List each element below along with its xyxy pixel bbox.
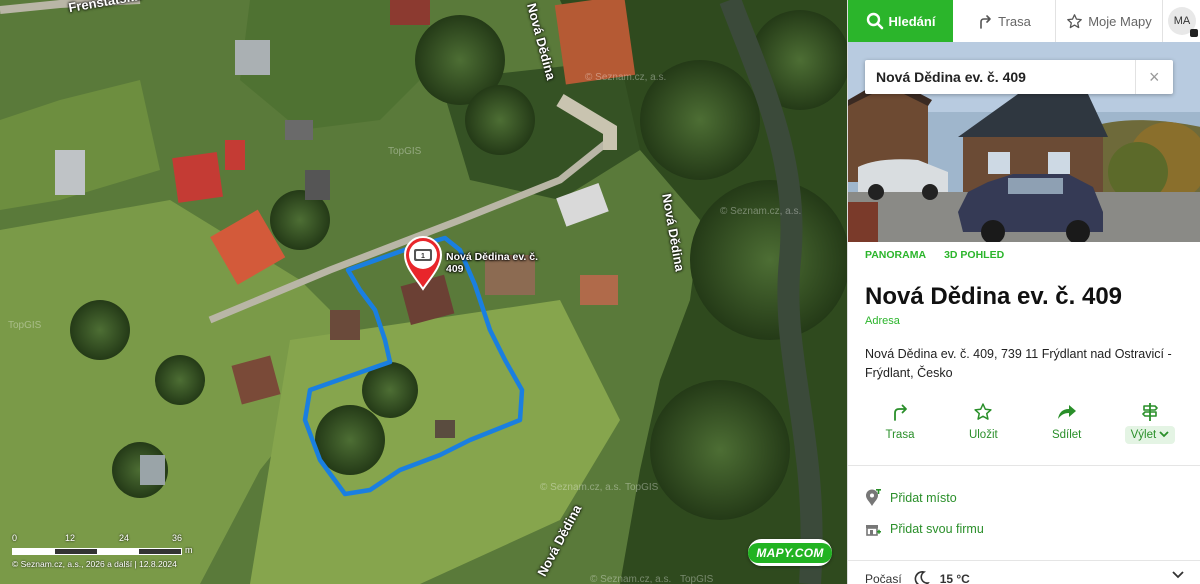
place-type: Adresa: [865, 315, 900, 327]
add-place-label: Přidat místo: [890, 491, 957, 505]
weather-label: Počasí: [865, 572, 902, 584]
divider: [848, 560, 1200, 561]
share-button[interactable]: Sdílet: [1032, 402, 1102, 444]
watermark: © Seznam.cz, a.s.: [585, 72, 667, 83]
search-icon: [866, 12, 883, 30]
route-icon: [980, 15, 991, 29]
watermark: TopGIS: [625, 482, 659, 493]
chevron-down-icon: [1159, 431, 1170, 438]
add-place-link[interactable]: Přidat místo: [865, 489, 957, 507]
map-scale: 0 12 24 36 m: [12, 533, 193, 555]
map-view[interactable]: Frenštátská Nová Dědina Nová Dědina Nová…: [0, 0, 847, 584]
watermark: TopGIS: [388, 146, 422, 157]
3d-view-link[interactable]: 3D POHLED: [944, 249, 1004, 261]
star-icon: [974, 403, 992, 420]
divider: [848, 465, 1200, 466]
trip-label-text: Výlet: [1130, 429, 1157, 441]
location-pin[interactable]: 1: [403, 235, 443, 291]
satellite-imagery: [0, 0, 847, 584]
panorama-link[interactable]: PANORAMA: [865, 249, 926, 261]
signpost-icon: [1142, 403, 1158, 421]
share-button-label: Sdílet: [1051, 429, 1082, 441]
search-input[interactable]: [865, 68, 1135, 86]
add-business-icon: [866, 525, 881, 536]
action-bar: Trasa Uložit Sdílet Výlet: [865, 402, 1185, 444]
scale-unit: m: [185, 545, 193, 555]
user-avatar[interactable]: MA: [1168, 7, 1198, 37]
add-business-label: Přidat svou firmu: [890, 522, 984, 536]
chevron-down-icon[interactable]: [1171, 570, 1185, 580]
tab-my-maps[interactable]: Moje Mapy: [1056, 0, 1163, 42]
tab-search[interactable]: Hledání: [848, 0, 953, 42]
weather-row[interactable]: Počasí 15 °C: [865, 570, 1185, 584]
watermark: TopGIS: [8, 320, 42, 331]
search-box: ×: [865, 60, 1173, 94]
scale-tick: 36: [172, 533, 183, 543]
star-icon: [1067, 13, 1083, 28]
moon-icon: [914, 571, 930, 584]
mapy-logo-text: MAPY.COM: [748, 542, 832, 563]
avatar-initials: MA: [1173, 15, 1191, 27]
tab-route[interactable]: Trasa: [953, 0, 1056, 42]
trip-button[interactable]: Výlet: [1115, 402, 1185, 444]
side-panel: Hledání Trasa Moje Mapy MA Nová Dědina e…: [847, 0, 1200, 584]
save-button-label: Uložit: [968, 429, 998, 441]
route-icon: [894, 404, 907, 421]
scale-tick: 12: [65, 533, 76, 543]
watermark: © Seznam.cz, a.s.: [540, 482, 622, 493]
tab-route-label: Trasa: [998, 13, 1031, 29]
mapy-logo[interactable]: MAPY.COM: [748, 539, 832, 566]
map-copyright[interactable]: © Seznam.cz, a.s., 2026 a další | 12.8.2…: [12, 559, 177, 569]
scale-bar: [12, 547, 182, 555]
view-tabs: PANORAMA 3D POHLED: [865, 249, 1004, 261]
pin-badge: 1: [421, 253, 425, 260]
save-button[interactable]: Uložit: [948, 402, 1018, 444]
add-place-icon: [866, 489, 881, 506]
place-title: Nová Dědina ev. č. 409: [865, 283, 1123, 310]
share-icon: [1057, 405, 1076, 419]
tab-my-maps-label: Moje Mapy: [1088, 13, 1152, 29]
top-navigation: Hledání Trasa Moje Mapy MA: [848, 0, 1200, 43]
watermark: © Seznam.cz, a.s.: [590, 574, 672, 584]
weather-temperature: 15 °C: [939, 572, 970, 584]
watermark: TopGIS: [680, 574, 714, 584]
tab-search-label: Hledání: [888, 13, 936, 29]
route-button[interactable]: Trasa: [865, 402, 935, 444]
scale-tick: 0: [12, 533, 18, 543]
lock-icon: [1190, 29, 1198, 37]
route-button-label: Trasa: [885, 429, 915, 441]
add-business-link[interactable]: Přidat svou firmu: [865, 521, 984, 537]
scale-tick: 24: [119, 533, 130, 543]
place-address: Nová Dědina ev. č. 409, 739 11 Frýdlant …: [865, 347, 1172, 380]
trip-button-label: Výlet: [1124, 426, 1176, 444]
clear-search-button[interactable]: ×: [1136, 67, 1173, 88]
pin-label: Nová Dědina ev. č. 409: [446, 251, 539, 275]
watermark: © Seznam.cz, a.s.: [720, 206, 802, 217]
